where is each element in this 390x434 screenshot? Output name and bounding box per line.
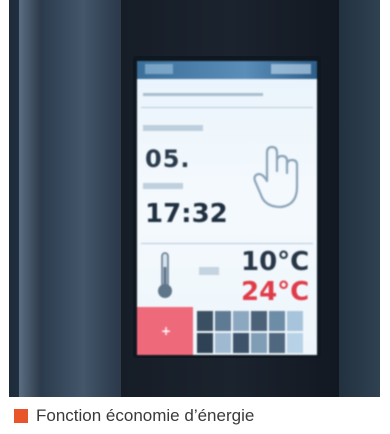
screen-button-bar: + [137, 307, 317, 355]
caption: Fonction économie d’énergie [14, 405, 254, 427]
temperature-mid-indicator [199, 267, 219, 275]
screen-status-bar [137, 61, 317, 79]
screen-tile[interactable] [269, 311, 285, 331]
screen-header-text [143, 93, 263, 96]
time-value: 17:32 [145, 199, 228, 229]
device-right-bezel [339, 0, 380, 397]
screen-divider [141, 243, 313, 244]
screen-tile[interactable] [233, 333, 249, 353]
screen-tile[interactable] [251, 333, 267, 353]
thermometer-icon [158, 252, 172, 298]
screen-tile[interactable] [197, 311, 213, 331]
temperature-high-value: 24°C [241, 277, 310, 307]
day-label [143, 125, 203, 131]
energy-saving-button[interactable]: + [137, 307, 193, 355]
photo-left-frame [19, 0, 41, 397]
screen-header [143, 87, 311, 101]
screen-tile[interactable] [251, 311, 267, 331]
screen-tile[interactable] [287, 311, 303, 331]
screen-tile[interactable] [233, 311, 249, 331]
status-bar-right-icons [271, 64, 311, 74]
caption-marker [14, 409, 28, 423]
screen-header-rule [141, 107, 313, 108]
screen-tile[interactable] [269, 333, 285, 353]
touch-hand-icon [253, 145, 299, 209]
energy-saving-button-icon: + [161, 324, 172, 338]
screen-tile[interactable] [197, 333, 213, 353]
screen-tile[interactable] [215, 333, 231, 353]
status-bar-left-text [145, 64, 173, 74]
screen-tile[interactable] [287, 333, 303, 353]
temperature-low-value: 10°C [241, 247, 310, 277]
screen-tile[interactable] [215, 311, 231, 331]
time-label [143, 183, 183, 189]
device-screen: 05. 17:32 10°C 24°C + [137, 61, 317, 355]
day-value: 05. [145, 145, 191, 173]
caption-text: Fonction économie d’énergie [36, 406, 255, 425]
